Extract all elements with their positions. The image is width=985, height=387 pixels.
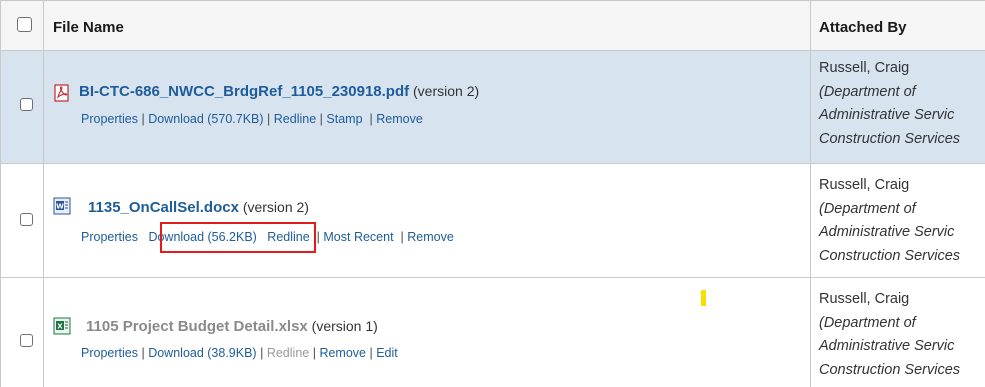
- attached-by-dept: Construction Services: [819, 247, 961, 264]
- table-border: [0, 0, 1, 387]
- attached-by-dept: (Department of: [819, 200, 916, 217]
- file-name-link[interactable]: 1105 Project Budget Detail.xlsx: [86, 318, 308, 335]
- row-divider: [0, 277, 985, 278]
- row-checkbox[interactable]: [20, 334, 33, 347]
- row-divider: [0, 50, 985, 51]
- most-recent-link[interactable]: Most Recent: [323, 230, 393, 244]
- redline-link[interactable]: Redline: [274, 112, 316, 126]
- remove-link[interactable]: Remove: [376, 112, 423, 126]
- remove-link[interactable]: Remove: [319, 346, 366, 360]
- download-highlight-box: [160, 222, 316, 253]
- file-actions: Properties | Download (570.7KB) | Redlin…: [81, 112, 423, 126]
- redline-link: Redline: [266, 346, 310, 360]
- attached-by-cell: Russell, Craig (Department of Administra…: [819, 288, 960, 382]
- stamp-link[interactable]: Stamp: [326, 112, 362, 126]
- table-row[interactable]: W 1135_OnCallSel.docx (version 2) Proper…: [0, 164, 985, 277]
- word-file-icon: W: [53, 197, 71, 215]
- row-divider: [0, 163, 985, 164]
- attached-by-name: Russell, Craig: [819, 291, 910, 307]
- attached-by-cell: Russell, Craig (Department of Administra…: [819, 174, 960, 268]
- attached-by-dept: Administrative Servic: [819, 338, 955, 354]
- attached-by-dept: Administrative Servic: [819, 107, 955, 123]
- column-divider: [810, 0, 811, 387]
- attached-by-dept: (Department of: [819, 314, 916, 331]
- file-name-link[interactable]: 1135_OnCallSel.docx: [88, 199, 239, 216]
- table-row[interactable]: X 1105 Project Budget Detail.xlsx (versi…: [0, 278, 985, 387]
- remove-link[interactable]: Remove: [407, 230, 454, 244]
- attached-by-dept: Construction Services: [819, 130, 961, 147]
- file-name-link[interactable]: BI-CTC-686_NWCC_BrdgRef_1105_230918.pdf: [79, 83, 409, 100]
- column-divider: [43, 0, 44, 387]
- attached-by-dept: Administrative Servic: [819, 224, 955, 240]
- table-border: [0, 0, 985, 1]
- edit-link[interactable]: Edit: [376, 346, 398, 360]
- table-header: File Name Attached By: [0, 0, 985, 50]
- pdf-file-icon: [54, 84, 69, 102]
- row-checkbox[interactable]: [20, 98, 33, 111]
- properties-link[interactable]: Properties: [81, 230, 138, 244]
- download-link[interactable]: Download (38.9KB): [148, 346, 256, 360]
- properties-link[interactable]: Properties: [81, 346, 138, 360]
- yellow-text-cursor-marker: [701, 290, 706, 306]
- attached-by-dept: (Department of: [819, 83, 916, 100]
- properties-link[interactable]: Properties: [81, 112, 138, 126]
- row-checkbox[interactable]: [20, 213, 33, 226]
- column-header-file-name[interactable]: File Name: [53, 19, 124, 36]
- attached-by-name: Russell, Craig: [819, 60, 910, 76]
- download-link[interactable]: Download (570.7KB): [148, 112, 263, 126]
- file-version: (version 2): [413, 83, 480, 99]
- table-row[interactable]: BI-CTC-686_NWCC_BrdgRef_1105_230918.pdf …: [0, 50, 985, 163]
- svg-text:W: W: [56, 203, 64, 211]
- attached-by-cell: Russell, Craig (Department of Administra…: [819, 57, 960, 151]
- attached-by-dept: Construction Services: [819, 361, 961, 378]
- excel-file-icon: X: [53, 317, 71, 335]
- select-all-checkbox[interactable]: [17, 17, 32, 32]
- attached-by-name: Russell, Craig: [819, 177, 910, 193]
- attachments-table: File Name Attached By BI-CTC-686_NWCC_Br…: [0, 0, 985, 387]
- file-actions: Properties | Download (38.9KB) | Redline…: [81, 346, 398, 360]
- file-version: (version 1): [311, 318, 378, 334]
- svg-text:X: X: [57, 323, 63, 331]
- file-version: (version 2): [242, 199, 309, 215]
- column-header-attached-by[interactable]: Attached By: [819, 19, 907, 36]
